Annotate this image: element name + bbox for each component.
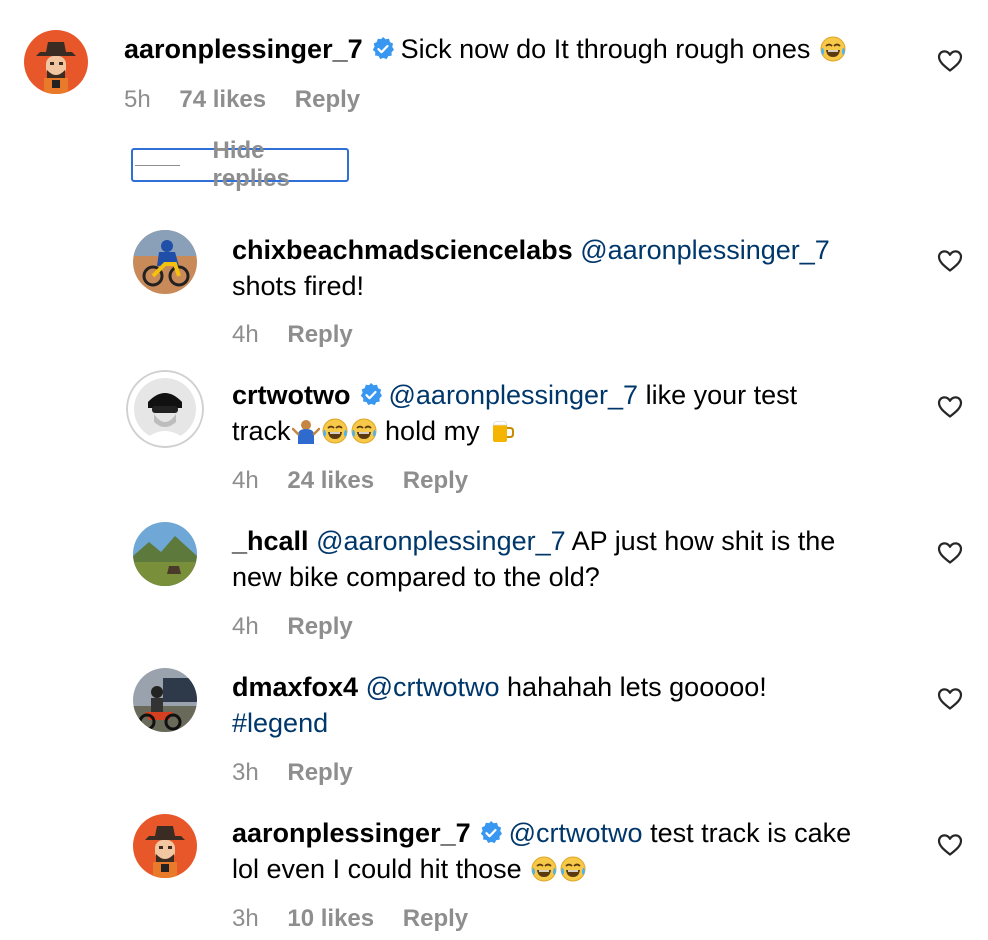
- verified-badge-icon: [371, 37, 395, 61]
- reply-button[interactable]: Reply: [403, 905, 468, 932]
- face-with-tears-of-joy-icon: [819, 35, 847, 63]
- heart-icon[interactable]: [937, 687, 963, 711]
- face-with-tears-of-joy-icon: [530, 855, 558, 883]
- reply-button[interactable]: Reply: [287, 321, 352, 348]
- person-shrugging-icon: [292, 417, 320, 445]
- comment: dmaxfox4 @crtwotwo hahahah lets gooooo! …: [0, 658, 988, 798]
- username[interactable]: crtwotwo: [232, 380, 351, 410]
- timestamp: 3h: [232, 905, 259, 932]
- hashtag-link[interactable]: #legend: [232, 708, 328, 738]
- hide-replies-button[interactable]: Hide replies: [131, 137, 349, 192]
- profile-photo-avatar-icon: [126, 370, 204, 448]
- motocross-avatar-icon: [133, 230, 197, 294]
- reply-button[interactable]: Reply: [287, 613, 352, 640]
- avatar[interactable]: [126, 370, 204, 448]
- reply-button[interactable]: Reply: [295, 86, 360, 113]
- comment-text: hold my: [385, 416, 480, 446]
- mention-link[interactable]: @aaronplessinger_7: [389, 380, 639, 410]
- landscape-avatar-icon: [133, 522, 197, 586]
- avatar[interactable]: [133, 814, 197, 878]
- comment: aaronplessinger_7 Sick now do It through …: [0, 0, 988, 130]
- username[interactable]: aaronplessinger_7: [232, 818, 471, 848]
- face-with-tears-of-joy-icon: [321, 417, 349, 445]
- comment: chixbeachmadsciencelabs @aaronplessinger…: [0, 220, 988, 360]
- heart-icon[interactable]: [937, 249, 963, 273]
- comment-text: AP just how shit is the: [571, 526, 836, 556]
- comment-text: test track is cake: [650, 818, 852, 848]
- reply-button[interactable]: Reply: [287, 759, 352, 786]
- username[interactable]: aaronplessinger_7: [124, 34, 363, 64]
- comment-text: lol even I could hit those: [232, 854, 522, 884]
- cowboy-avatar-icon: [133, 814, 197, 878]
- hide-replies-label: Hide replies: [212, 137, 290, 192]
- heart-icon[interactable]: [937, 541, 963, 565]
- verified-badge-icon: [359, 383, 383, 407]
- mention-link[interactable]: @aaronplessinger_7: [580, 235, 830, 265]
- timestamp: 4h: [232, 467, 259, 494]
- comment-text: shots fired!: [232, 271, 365, 301]
- comment-text: like your test: [645, 380, 798, 410]
- face-with-tears-of-joy-icon: [559, 855, 587, 883]
- comment-text: track: [232, 416, 291, 446]
- likes-count[interactable]: 74 likes: [179, 86, 266, 113]
- divider-line: [135, 164, 181, 166]
- dirtbike-avatar-icon: [133, 668, 197, 732]
- mention-link[interactable]: @crtwotwo: [509, 818, 643, 848]
- avatar[interactable]: [133, 522, 197, 586]
- mention-link[interactable]: @aaronplessinger_7: [316, 526, 566, 556]
- likes-count[interactable]: 24 likes: [287, 467, 374, 494]
- beer-mug-icon: [488, 417, 516, 445]
- comment: _hcall @aaronplessinger_7 AP just how sh…: [0, 512, 988, 652]
- timestamp: 5h: [124, 86, 151, 113]
- face-with-tears-of-joy-icon: [350, 417, 378, 445]
- comment-text: hahahah lets gooooo!: [507, 672, 767, 702]
- heart-icon[interactable]: [937, 395, 963, 419]
- verified-badge-icon: [479, 821, 503, 845]
- comment-text: new bike compared to the old?: [232, 562, 600, 592]
- avatar[interactable]: [133, 230, 197, 294]
- comment-text: Sick now do It through rough ones: [400, 34, 811, 64]
- username[interactable]: dmaxfox4: [232, 672, 358, 702]
- avatar[interactable]: [24, 30, 88, 94]
- cowboy-avatar-icon: [24, 30, 88, 94]
- timestamp: 3h: [232, 759, 259, 786]
- mention-link[interactable]: @crtwotwo: [366, 672, 500, 702]
- username[interactable]: _hcall: [232, 526, 309, 556]
- heart-icon[interactable]: [937, 833, 963, 857]
- timestamp: 4h: [232, 613, 259, 640]
- comment: crtwotwo @aaronplessinger_7 like your tes…: [0, 366, 988, 506]
- comment: aaronplessinger_7 @crtwotwo test track is…: [0, 804, 988, 940]
- username[interactable]: chixbeachmadsciencelabs: [232, 235, 573, 265]
- heart-icon[interactable]: [937, 49, 963, 73]
- avatar[interactable]: [133, 668, 197, 732]
- likes-count[interactable]: 10 likes: [287, 905, 374, 932]
- timestamp: 4h: [232, 321, 259, 348]
- reply-button[interactable]: Reply: [403, 467, 468, 494]
